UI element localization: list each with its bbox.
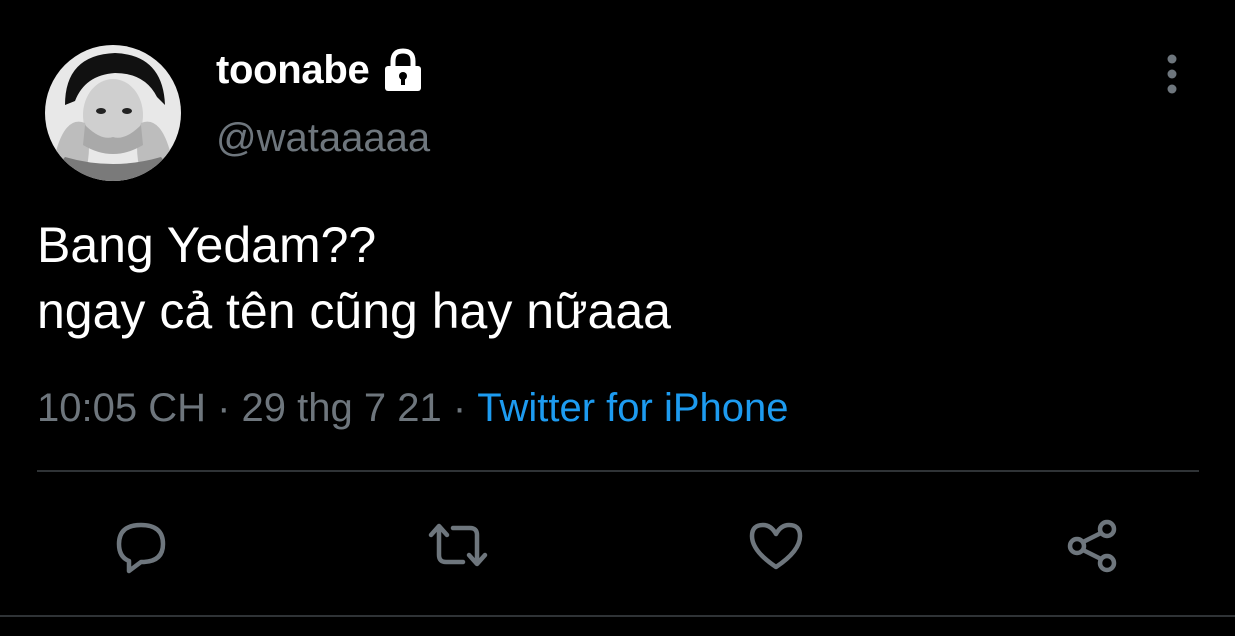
author-name-row[interactable]: toonabe bbox=[216, 44, 425, 96]
tweet-text: Bang Yedam?? ngay cả tên cũng hay nữaaa bbox=[37, 217, 671, 339]
divider bbox=[37, 470, 1199, 472]
tweet-date[interactable]: 29 thg 7 21 bbox=[242, 386, 442, 431]
share-button[interactable] bbox=[1058, 510, 1128, 580]
tweet-time[interactable]: 10:05 CH bbox=[37, 386, 206, 431]
lock-icon bbox=[381, 47, 425, 93]
reply-icon bbox=[116, 522, 166, 574]
share-icon bbox=[1067, 519, 1117, 573]
action-bar bbox=[0, 510, 1235, 580]
avatar[interactable] bbox=[45, 45, 181, 181]
meta-separator: · bbox=[205, 386, 242, 430]
more-options-icon[interactable] bbox=[1150, 52, 1194, 96]
retweet-button[interactable] bbox=[423, 510, 493, 580]
tweet-source-link[interactable]: Twitter for iPhone bbox=[477, 386, 788, 431]
retweet-icon bbox=[428, 523, 488, 567]
profile-photo bbox=[45, 45, 181, 181]
user-handle[interactable]: @wataaaaa bbox=[216, 116, 430, 161]
tweet-card: toonabe @wataaaaa Bang Yedam?? ngay cả t… bbox=[0, 0, 1235, 636]
heart-icon bbox=[749, 522, 803, 570]
reply-button[interactable] bbox=[106, 510, 176, 580]
tweet-meta: 10:05 CH · 29 thg 7 21 · Twitter for iPh… bbox=[37, 386, 789, 431]
bottom-divider bbox=[0, 615, 1235, 617]
meta-separator: · bbox=[441, 386, 478, 430]
display-name[interactable]: toonabe bbox=[216, 48, 370, 93]
like-button[interactable] bbox=[741, 510, 811, 580]
